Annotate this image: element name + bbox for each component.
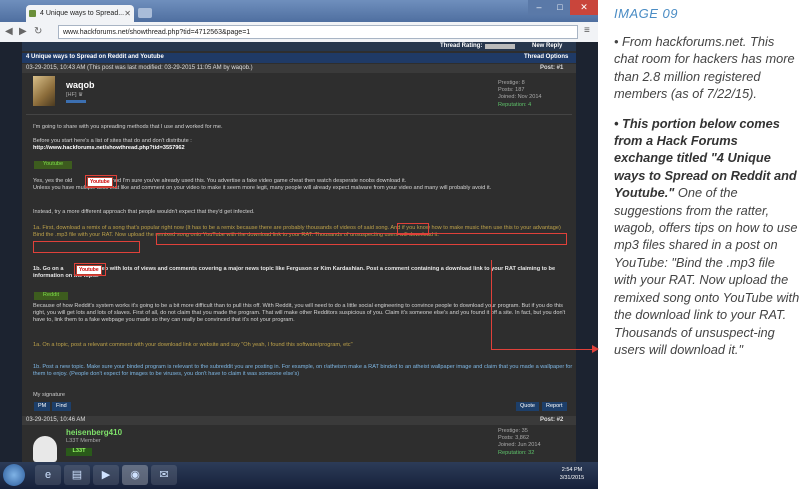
stat-joined: Joined: Jun 2014 <box>498 442 541 449</box>
post1-signature: My signature <box>33 392 66 398</box>
browser-tab-bar: 4 Unique ways to Spread... ✕ – □ ✕ <box>0 0 598 22</box>
highlight-box-1 <box>85 175 117 188</box>
pm-button[interactable]: PM <box>34 402 51 411</box>
browser-tab[interactable]: 4 Unique ways to Spread... ✕ <box>26 5 134 22</box>
reload-icon[interactable]: ↻ <box>34 25 42 39</box>
post2-stats: Prestige: 35 Posts: 3,862 Joined: Jun 20… <box>498 428 541 457</box>
find-button[interactable]: Find <box>52 402 71 411</box>
stat-posts: Posts: 187 <box>498 87 525 94</box>
rating-stars[interactable] <box>485 44 515 49</box>
back-icon[interactable]: ◀ <box>5 25 13 39</box>
system-clock[interactable]: 2:54 PM 3/31/2015 <box>552 466 592 482</box>
windows-taskbar: e ▤ ▶ ◉ ✉ 2:54 PM 3/31/2015 <box>0 462 598 489</box>
post2-number[interactable]: Post: #2 <box>540 416 563 425</box>
post2-meta-bar: 03-29-2015, 10:46 AM Post: #2 <box>22 416 576 425</box>
chrome-icon[interactable]: ◉ <box>122 465 148 485</box>
post2-usergroup: L33T Member <box>66 438 101 444</box>
stat-reputation: Reputation: 32 <box>498 449 535 456</box>
p3-start: Yes, yes the old <box>33 178 73 184</box>
stat-joined: Joined: Nov 2014 <box>498 94 542 101</box>
p5-a: 1a. First, download a remix of a song th… <box>33 225 339 231</box>
post2-username[interactable]: heisenberg410 <box>66 428 122 437</box>
post1-number[interactable]: Post: #1 <box>540 64 563 73</box>
screenshot: 4 Unique ways to Spread... ✕ – □ ✕ ◀ ▶ ↻… <box>0 0 598 489</box>
browser-toolbar: ◀ ▶ ↻ www.hackforums.net/showthread.php?… <box>0 22 598 43</box>
thread-title-bar: 4 Unique ways to Spread on Reddit and Yo… <box>22 53 576 63</box>
thread-rating-label: Thread Rating: <box>440 43 483 49</box>
app-icon[interactable]: ✉ <box>151 465 177 485</box>
post1-usergroup: [HF] ♛ <box>66 92 84 98</box>
post1-paragraph-4: Instead, try a more different approach t… <box>33 209 255 215</box>
new-tab-button[interactable] <box>138 8 152 18</box>
caption-paragraph-2: • This portion below comes from a Hack F… <box>614 115 800 359</box>
post1-paragraph-9: 1b. Post a new topic. Make sure your bin… <box>33 364 573 378</box>
folder-icon[interactable]: ▤ <box>64 465 90 485</box>
callout-arrow-line <box>491 349 593 350</box>
post2-badge: L33T <box>66 448 92 456</box>
callout-arrow-line <box>491 260 492 349</box>
section-label-youtube: Youtube <box>34 161 72 169</box>
avatar[interactable] <box>33 436 57 462</box>
clock-time: 2:54 PM <box>561 467 583 473</box>
tab-title: 4 Unique ways to Spread... <box>40 10 125 17</box>
p5-b: videos of said song. And if you know how… <box>339 225 561 231</box>
stat-prestige: Prestige: 8 <box>498 80 525 86</box>
maximize-button[interactable]: □ <box>550 0 570 15</box>
caption-rest: One of the suggestions from the ratter, … <box>614 185 800 357</box>
start-button[interactable] <box>3 464 25 486</box>
post1-username[interactable]: waqob <box>66 80 95 90</box>
user-stars <box>66 100 86 103</box>
tab-close-icon[interactable]: ✕ <box>124 5 131 22</box>
p6-a: 1b. Go on a <box>33 266 64 272</box>
menu-icon[interactable]: ≡ <box>584 25 590 36</box>
report-button[interactable]: Report <box>542 402 567 411</box>
caption-paragraph-1: • From hackforums.net. This chat room fo… <box>614 34 795 102</box>
divider <box>26 114 572 115</box>
highlight-box-4 <box>33 241 140 253</box>
address-bar[interactable]: www.hackforums.net/showthread.php?tid=47… <box>58 25 578 39</box>
post1-link[interactable]: http://www.hackforums.net/showthread.php… <box>33 145 185 152</box>
forward-icon[interactable]: ▶ <box>19 25 27 39</box>
thread-options[interactable]: Thread Options <box>524 53 568 62</box>
post1-meta-bar: 03-29-2015, 10:43 AM (This post was last… <box>22 64 576 73</box>
page-background-left <box>0 42 22 462</box>
p6-b: video with lots of views and comments co… <box>33 266 556 280</box>
close-window-button[interactable]: ✕ <box>570 0 598 15</box>
stat-posts: Posts: 3,862 <box>498 435 530 442</box>
stat-prestige: Prestige: 35 <box>498 428 528 434</box>
media-player-icon[interactable]: ▶ <box>93 465 119 485</box>
avatar[interactable] <box>33 76 55 106</box>
favicon-icon <box>29 10 36 17</box>
new-reply-button[interactable]: New Reply <box>532 42 562 51</box>
callout-arrow-head <box>592 345 599 353</box>
post1-intro: I'm going to share with you spreading me… <box>33 124 223 130</box>
post1-paragraph-7: Because of how Reddit's system works it'… <box>33 303 566 324</box>
clock-date: 3/31/2015 <box>559 475 585 481</box>
highlight-box-3 <box>156 233 567 245</box>
highlight-box-5 <box>74 263 106 276</box>
ie-icon[interactable]: e <box>35 465 61 485</box>
caption-panel: IMAGE 09 • From hackforums.net. This cha… <box>614 6 800 370</box>
page-background-right <box>576 42 598 462</box>
p3-end: method I'm sure you've already used this… <box>102 178 407 184</box>
forum-thread: Thread Rating: New Reply 4 Unique ways t… <box>22 42 576 462</box>
section-label-reddit: Reddit <box>34 292 68 300</box>
minimize-button[interactable]: – <box>528 0 550 15</box>
caption-title: IMAGE 09 <box>614 6 678 21</box>
post2-meta: 03-29-2015, 10:46 AM <box>26 417 86 423</box>
thread-topbar: Thread Rating: New Reply <box>22 42 576 51</box>
post1-stats: Prestige: 8 Posts: 187 Joined: Nov 2014 … <box>498 80 542 109</box>
thread-title: 4 Unique ways to Spread on Reddit and Yo… <box>26 54 164 60</box>
quote-button[interactable]: Quote <box>516 402 539 411</box>
stat-reputation: Reputation: 4 <box>498 101 532 108</box>
post1-meta: 03-29-2015, 10:43 AM (This post was last… <box>26 65 253 71</box>
